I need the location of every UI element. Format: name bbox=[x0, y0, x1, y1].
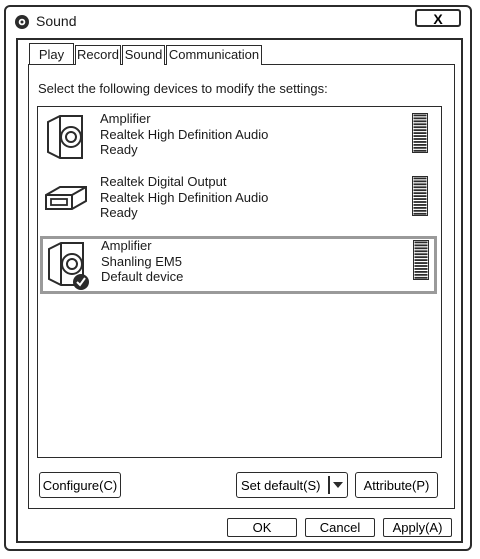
level-segment bbox=[413, 207, 427, 209]
level-segment bbox=[414, 276, 428, 279]
level-segment bbox=[414, 262, 428, 264]
level-meter bbox=[412, 176, 428, 216]
device-status: Ready bbox=[100, 205, 138, 220]
level-segment bbox=[413, 138, 427, 140]
level-segment bbox=[414, 256, 428, 259]
level-segment bbox=[414, 241, 428, 244]
set-default-label: Set default(S) bbox=[241, 477, 321, 493]
attribute-button[interactable]: Attribute(P) bbox=[355, 472, 438, 498]
level-segment bbox=[413, 180, 427, 183]
level-segment bbox=[413, 132, 427, 134]
level-segment bbox=[413, 189, 427, 192]
level-segment bbox=[413, 141, 427, 143]
level-segment bbox=[413, 129, 427, 132]
level-segment bbox=[413, 177, 427, 180]
ok-button[interactable]: OK bbox=[227, 518, 297, 537]
device-text: Amplifier Realtek High Definition Audio … bbox=[100, 111, 268, 158]
level-segment bbox=[413, 204, 427, 206]
chevron-down-icon[interactable] bbox=[332, 480, 344, 490]
level-segment bbox=[414, 259, 428, 261]
level-meter bbox=[412, 113, 428, 153]
level-segment bbox=[414, 244, 428, 247]
level-segment bbox=[414, 250, 428, 253]
tab-sound[interactable]: Sound bbox=[122, 45, 165, 65]
device-name: Realtek Digital Output bbox=[100, 174, 227, 189]
window-title: Sound bbox=[36, 13, 77, 29]
level-segment bbox=[413, 126, 427, 129]
level-segment bbox=[414, 273, 428, 276]
digital-output-icon bbox=[45, 186, 87, 210]
level-segment bbox=[413, 192, 427, 195]
level-segment bbox=[413, 114, 427, 117]
default-check-icon bbox=[73, 274, 89, 290]
level-segment bbox=[413, 209, 427, 212]
configure-button[interactable]: Configure(C) bbox=[39, 472, 121, 498]
apply-button[interactable]: Apply(A) bbox=[383, 518, 452, 537]
device-driver: Realtek High Definition Audio bbox=[100, 126, 269, 142]
device-list: Amplifier Realtek High Definition Audio … bbox=[37, 106, 442, 458]
level-segment bbox=[413, 135, 427, 137]
level-segment bbox=[413, 117, 427, 120]
device-text: Realtek Digital Output Realtek High Defi… bbox=[100, 174, 268, 221]
device-item[interactable]: Realtek Digital Output Realtek High Defi… bbox=[40, 173, 437, 231]
device-name: Amplifier bbox=[101, 238, 152, 253]
level-segment bbox=[414, 265, 428, 267]
level-segment bbox=[413, 195, 427, 197]
level-segment bbox=[413, 149, 427, 152]
tab-play[interactable]: Play bbox=[29, 43, 74, 64]
instruction-text: Select the following devices to modify t… bbox=[38, 81, 328, 96]
level-segment bbox=[413, 183, 427, 186]
sound-app-icon bbox=[15, 15, 29, 29]
tab-record[interactable]: Record bbox=[75, 45, 121, 65]
level-segment bbox=[413, 120, 427, 123]
level-segment bbox=[414, 271, 428, 273]
device-text: Amplifier Shanling EM5 Default device bbox=[101, 238, 183, 285]
device-name: Amplifier bbox=[100, 111, 151, 126]
device-status: Ready bbox=[100, 142, 138, 157]
device-status: Default device bbox=[101, 269, 184, 284]
level-segment bbox=[413, 198, 427, 200]
level-segment bbox=[413, 201, 427, 203]
level-segment bbox=[413, 146, 427, 149]
level-segment bbox=[413, 212, 427, 215]
level-segment bbox=[413, 144, 427, 146]
dropdown-divider bbox=[328, 476, 330, 494]
level-meter bbox=[413, 240, 429, 280]
close-button[interactable]: X bbox=[415, 9, 461, 27]
level-segment bbox=[413, 123, 427, 126]
device-driver: Realtek High Definition Audio bbox=[100, 189, 269, 205]
device-driver: Shanling EM5 bbox=[101, 253, 182, 269]
level-segment bbox=[414, 268, 428, 270]
level-segment bbox=[413, 186, 427, 189]
device-item[interactable]: Amplifier Realtek High Definition Audio … bbox=[40, 110, 437, 168]
speaker-icon bbox=[47, 115, 83, 159]
cancel-button[interactable]: Cancel bbox=[305, 518, 375, 537]
tab-communication[interactable]: Communication bbox=[166, 45, 262, 65]
device-item-selected[interactable]: Amplifier Shanling EM5 Default device bbox=[40, 236, 437, 294]
level-segment bbox=[414, 247, 428, 250]
level-segment bbox=[414, 253, 428, 256]
set-default-button[interactable]: Set default(S) bbox=[236, 472, 348, 498]
speaker-icon bbox=[48, 242, 89, 290]
